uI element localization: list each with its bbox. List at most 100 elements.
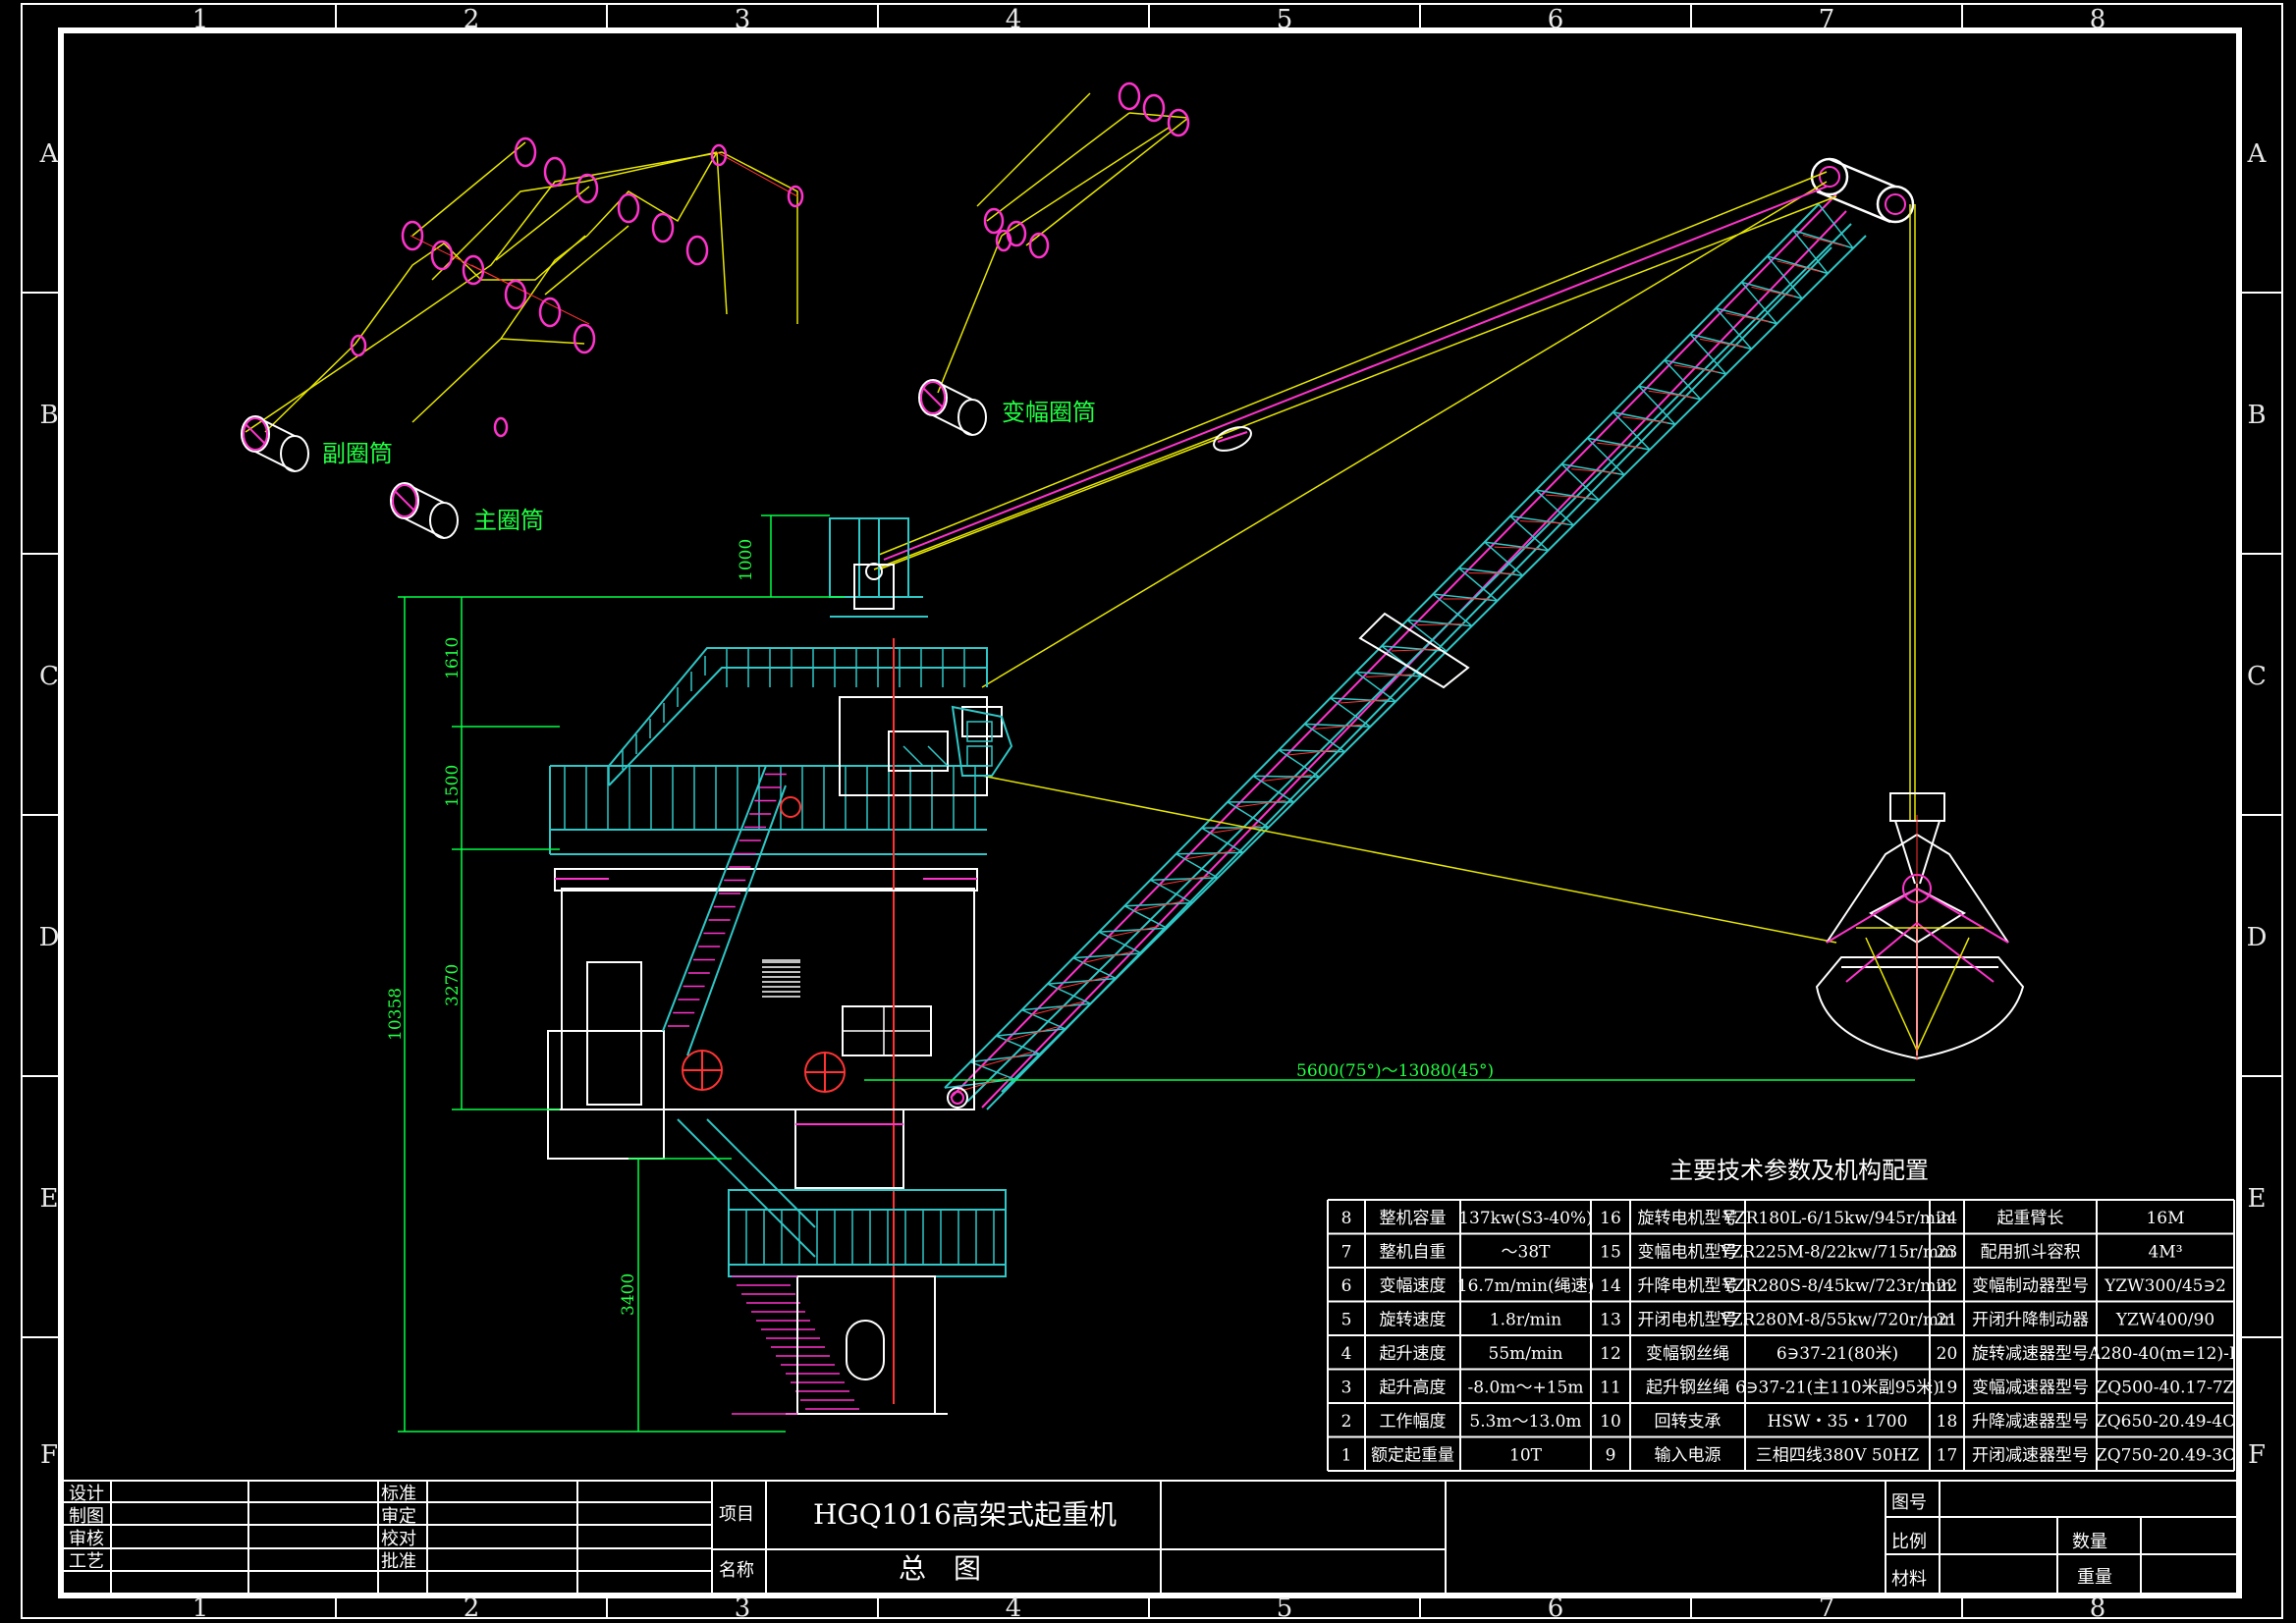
grid-col-8-bottom: 8: [2090, 1594, 2106, 1623]
tb-quantity-label: 数量: [2072, 1532, 2107, 1552]
aux-drum-label: 副圈筒: [322, 440, 393, 467]
spec-cell-n1: 2: [1341, 1412, 1352, 1432]
reeving-sheaves: [350, 136, 804, 438]
grid-col-5-bottom: 5: [1277, 1594, 1293, 1623]
aux-drum: [241, 415, 309, 472]
spec-cell-n3: 24: [1937, 1209, 1958, 1228]
dim-1500: 1500: [443, 765, 463, 807]
sheave-icon: [1028, 232, 1050, 259]
spec-cell-v1: 137kw(S3-40%): [1458, 1209, 1593, 1228]
tb-review-label: 审核: [69, 1529, 104, 1549]
grid-col-7: 7: [1819, 5, 1835, 34]
spec-cell-n2: 15: [1600, 1243, 1621, 1263]
spec-cell-v1: -8.0m～+15m: [1468, 1379, 1584, 1398]
boom-lacing-bar: [1185, 849, 1235, 860]
spec-cell-v1: 16.7m/min(绳速): [1457, 1276, 1594, 1296]
spec-cell-n2: 10: [1600, 1412, 1621, 1432]
grid-col-4: 4: [1006, 5, 1022, 34]
sheave-icon: [710, 143, 728, 167]
spec-cell-k3: 配用抓斗容积: [1981, 1243, 2081, 1263]
spec-cell-v3: ZQ500-40.17-7Z: [2097, 1379, 2235, 1398]
spec-cell-v2: 三相四线380V 50HZ: [1756, 1446, 1920, 1466]
dim-3400: 3400: [619, 1273, 638, 1316]
grid-row-labels-left: A B C D E F: [39, 139, 60, 1470]
spec-cell-v3: 16M: [2146, 1209, 2184, 1228]
sheave-icon: [651, 212, 675, 243]
tb-drawing-no-label: 图号: [1891, 1492, 1927, 1513]
sheave-icon: [787, 185, 804, 208]
spec-cell-k1: 起升高度: [1380, 1379, 1447, 1398]
grid-row-labels-right: A B C D E F: [2247, 139, 2268, 1470]
spec-cell-v3: YZW400/90: [2115, 1311, 2214, 1330]
spec-cell-k3: 起重臂长: [1997, 1209, 2064, 1228]
grid-col-8: 8: [2090, 5, 2106, 34]
boom-lacing-bar: [1253, 775, 1320, 779]
spec-cell-n2: 12: [1600, 1344, 1621, 1364]
boom-lacing-bar: [1494, 546, 1541, 550]
grid-row-b-right: B: [2247, 401, 2266, 430]
spec-cell-k2: 起升钢丝绳: [1646, 1379, 1729, 1398]
grid-row-e-right: E: [2248, 1184, 2267, 1214]
dim-radius: 5600(75°)～13080(45°): [1296, 1061, 1494, 1081]
sheave-icon: [1167, 108, 1190, 137]
spec-cell-k3: 旋转减速器型号: [1972, 1344, 2089, 1364]
tb-proof-label: 校对: [381, 1529, 416, 1549]
tb-approval-label: 批准: [381, 1551, 416, 1572]
tb-name-label: 名称: [719, 1560, 754, 1581]
grid-col-3-bottom: 3: [735, 1594, 751, 1623]
spec-cell-k2: 输入电源: [1655, 1446, 1722, 1466]
grid-row-a: A: [39, 139, 60, 169]
boom-lacing-bar: [1124, 901, 1193, 907]
luffing-reeving-diagram: 变幅圈筒: [918, 81, 1190, 436]
spec-cell-n1: 4: [1341, 1344, 1352, 1364]
spec-cell-v2: YZR280S-8/45kw/723r/min: [1722, 1276, 1952, 1296]
spec-cell-n3: 17: [1937, 1446, 1958, 1466]
boom-lacing-bar: [1175, 851, 1243, 855]
grid-row-f-right: F: [2248, 1440, 2266, 1470]
tb-material-label: 材料: [1891, 1569, 1927, 1590]
grid-col-2-bottom: 2: [464, 1594, 480, 1623]
spec-cell-k3: 开闭减速器型号: [1972, 1446, 2089, 1466]
sheave-icon: [573, 323, 596, 354]
spec-cell-v3: A280-40(m=12)-II: [2088, 1344, 2243, 1364]
spec-cell-v2: YZR225M-8/22kw/715r/min: [1720, 1243, 1955, 1263]
spec-cell-n3: 22: [1937, 1276, 1958, 1296]
spec-cell-n3: 21: [1937, 1311, 1958, 1330]
sheave-icon: [538, 297, 562, 328]
boom-lacing-bar: [1150, 877, 1219, 881]
tb-draft-label: 制图: [69, 1506, 104, 1527]
grid-row-b: B: [39, 401, 58, 430]
tb-name-value: 总 图: [899, 1552, 981, 1585]
spec-cell-k3: 变幅制动器型号: [1972, 1276, 2089, 1296]
luffing-drum-label: 变幅圈筒: [1002, 399, 1096, 426]
spec-cell-v3: YZW300/45∋2: [2104, 1276, 2226, 1296]
spec-cell-n1: 8: [1341, 1209, 1352, 1228]
spec-cell-v3: ZQ650-20.49-4C: [2096, 1412, 2235, 1432]
grid-col-7-bottom: 7: [1819, 1594, 1835, 1623]
tb-standard-label: 标准: [381, 1484, 416, 1504]
spec-cell-n1: 1: [1341, 1446, 1352, 1466]
spec-cell-v1: ～38T: [1502, 1243, 1552, 1263]
grid-col-6: 6: [1548, 5, 1564, 34]
hoist-reeving-diagram: 副圈筒 主圈筒: [241, 136, 804, 539]
spec-cell-v2: YZR280M-8/55kw/720r/min: [1720, 1311, 1955, 1330]
spec-cell-n2: 14: [1600, 1276, 1621, 1296]
spec-cell-v3: ZQ750-20.49-3C: [2096, 1446, 2235, 1466]
boom-lacing-bar: [1201, 826, 1269, 830]
spec-cell-k3: 变幅减速器型号: [1972, 1379, 2089, 1398]
grid-col-1-bottom: 1: [192, 1594, 209, 1623]
grid-row-f: F: [40, 1440, 58, 1470]
grid-row-c: C: [39, 662, 59, 691]
spec-cell-n2: 16: [1600, 1209, 1621, 1228]
spec-cell-n1: 3: [1341, 1379, 1352, 1398]
tb-process-label: 工艺: [69, 1551, 104, 1572]
spec-cell-v2: YZR180L-6/15kw/945r/min: [1722, 1209, 1952, 1228]
dim-1610: 1610: [443, 637, 463, 679]
grid-row-a-right: A: [2247, 139, 2268, 169]
grid-row-d-right: D: [2247, 923, 2268, 952]
grid-col-2: 2: [464, 5, 480, 34]
dim-1000: 1000: [737, 539, 756, 581]
crane-superstructure: [547, 517, 1013, 1415]
main-drum: [390, 482, 459, 539]
spec-cell-v2: HSW・35・1700: [1768, 1412, 1908, 1432]
